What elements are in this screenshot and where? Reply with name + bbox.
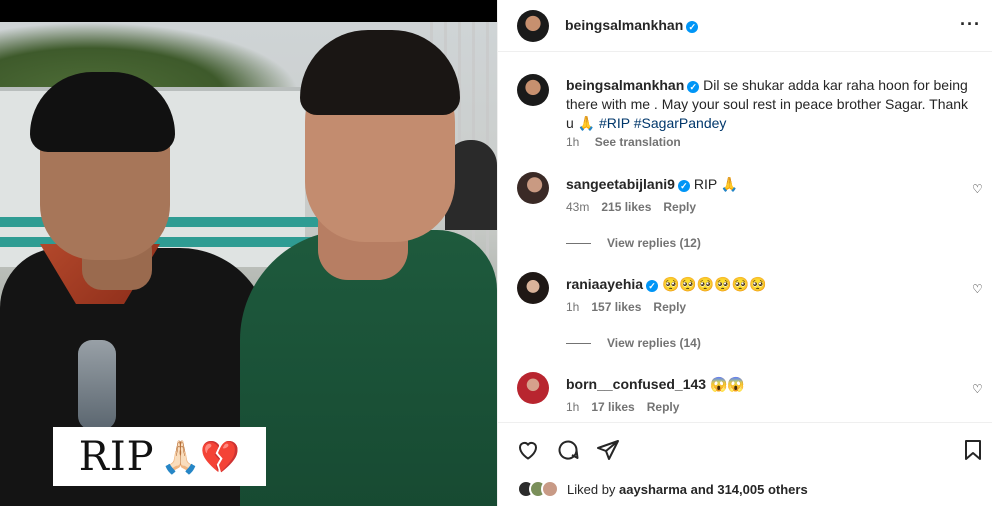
- caption-hashtags[interactable]: #RIP #SagarPandey: [599, 115, 726, 131]
- post-side-panel: beingsalmankhan ✓ ··· beingsalmankhan ✓ Di…: [497, 0, 992, 506]
- liked-by-user[interactable]: aaysharma: [619, 482, 687, 497]
- share-icon[interactable]: [595, 437, 621, 463]
- caption-time[interactable]: 1h: [566, 135, 579, 149]
- comment-text: RIP 🙏: [693, 176, 739, 192]
- likes-text: Liked by aaysharma and 314,005 others: [567, 481, 808, 497]
- author-avatar[interactable]: [517, 10, 549, 42]
- commenter-username[interactable]: raniaayehia: [566, 276, 643, 292]
- replies-divider-line: [566, 242, 591, 244]
- verified-badge-icon: ✓: [687, 81, 700, 93]
- comment-item: sangeetabijlani9 ✓ RIP 🙏 43m 215 likes Re…: [517, 172, 987, 214]
- verified-badge-icon: ✓: [686, 21, 699, 33]
- liked-by-others[interactable]: and 314,005 others: [691, 482, 808, 497]
- post-header: beingsalmankhan ✓ ···: [498, 0, 992, 52]
- comment-likes[interactable]: 215 likes: [601, 200, 651, 214]
- bookmark-icon[interactable]: [960, 437, 986, 463]
- caption-avatar[interactable]: [517, 74, 549, 106]
- comment-like-heart-icon[interactable]: ♡: [972, 282, 983, 296]
- rip-overlay-emoji: 🙏🏻💔: [160, 437, 241, 476]
- comment-time[interactable]: 1h: [566, 300, 579, 314]
- caption-username[interactable]: beingsalmankhan: [566, 77, 684, 93]
- comment-icon[interactable]: [555, 437, 581, 463]
- comment-like-heart-icon[interactable]: ♡: [972, 182, 983, 196]
- comment-text: 🥺🥺🥺🥺🥺🥺: [661, 276, 767, 292]
- view-replies-button[interactable]: View replies (14): [566, 336, 701, 350]
- commenter-avatar[interactable]: [517, 272, 549, 304]
- comment-likes[interactable]: 157 likes: [591, 300, 641, 314]
- reply-button[interactable]: Reply: [653, 300, 686, 314]
- reply-button[interactable]: Reply: [663, 200, 696, 214]
- caption-meta: 1h See translation: [566, 135, 681, 149]
- commenter-username[interactable]: born__confused_143: [566, 376, 706, 392]
- caption-text-block: beingsalmankhan ✓ Dil se shukar adda kar …: [566, 76, 971, 133]
- likes-summary: Liked by aaysharma and 314,005 others: [517, 477, 808, 501]
- comment-like-heart-icon[interactable]: ♡: [972, 382, 983, 396]
- more-options-icon[interactable]: ···: [960, 14, 981, 35]
- author-username[interactable]: beingsalmankhan ✓: [565, 17, 699, 33]
- reply-button[interactable]: Reply: [647, 400, 680, 414]
- rip-overlay-label: RIP 🙏🏻💔: [53, 427, 266, 486]
- commenter-username[interactable]: sangeetabijlani9: [566, 176, 675, 192]
- commenter-avatar[interactable]: [517, 372, 549, 404]
- post-photo: RIP 🙏🏻💔: [0, 0, 497, 506]
- post-action-bar: [498, 422, 992, 472]
- photo-top-bar: [0, 0, 497, 22]
- rip-overlay-text: RIP: [78, 433, 155, 480]
- liker-avatar[interactable]: [541, 480, 559, 498]
- comment-text: 😱😱: [709, 376, 745, 392]
- verified-badge-icon: ✓: [677, 180, 690, 192]
- verified-badge-icon: ✓: [646, 280, 659, 292]
- comment-time[interactable]: 1h: [566, 400, 579, 414]
- comment-item: raniaayehia ✓ 🥺🥺🥺🥺🥺🥺 1h 157 likes Reply ♡: [517, 272, 987, 314]
- replies-divider-line: [566, 342, 591, 344]
- see-translation-link[interactable]: See translation: [595, 135, 681, 149]
- comment-time[interactable]: 43m: [566, 200, 589, 214]
- comment-likes[interactable]: 17 likes: [591, 400, 634, 414]
- comment-item: born__confused_143 😱😱 1h 17 likes Reply …: [517, 372, 987, 414]
- view-replies-button[interactable]: View replies (12): [566, 236, 701, 250]
- heart-icon[interactable]: [515, 437, 541, 463]
- commenter-avatar[interactable]: [517, 172, 549, 204]
